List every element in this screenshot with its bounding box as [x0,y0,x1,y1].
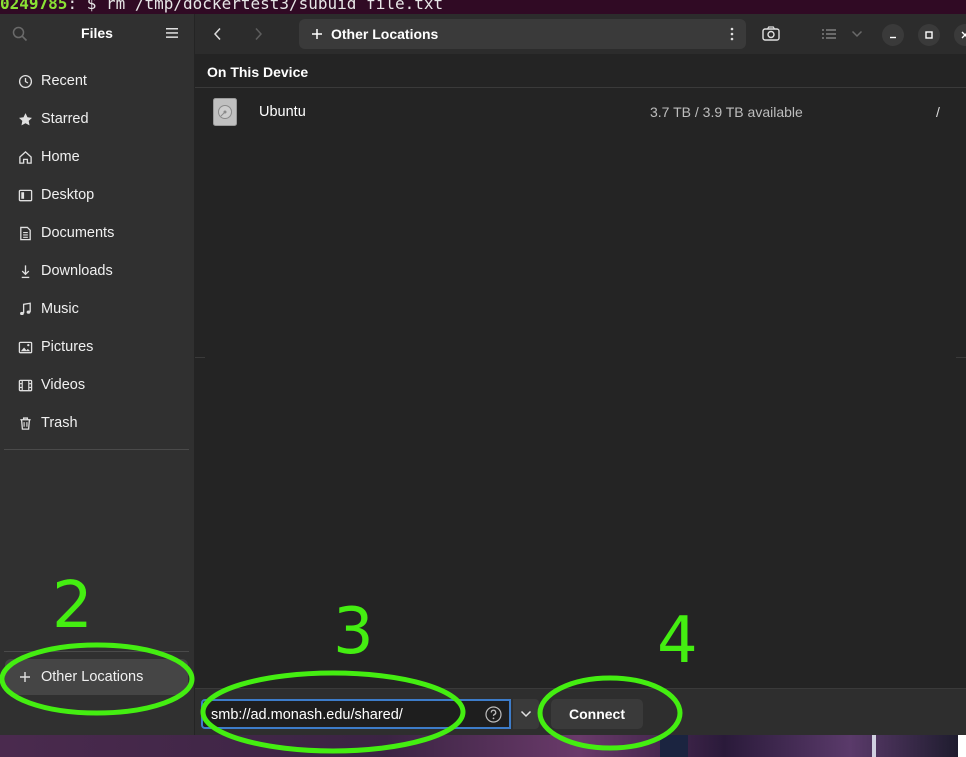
terminal-line: 0249785: $ rm /tmp/dockertest3/subuid fi… [0,0,443,13]
main-content: Other Locations On This Device Ubuntu 3.… [195,14,966,736]
hard-drive-icon [213,98,237,126]
sidebar-item-downloads[interactable]: Downloads [6,254,188,288]
sidebar-item-pictures[interactable]: Pictures [6,330,188,364]
sidebar-item-label: Music [41,301,79,317]
connect-button[interactable]: Connect [551,699,643,729]
close-button[interactable] [954,24,966,46]
desktop-fragment [958,735,966,757]
sidebar-divider [4,449,189,450]
annotation-number-3: 3 [333,595,374,669]
sidebar-item-recent[interactable]: Recent [6,64,188,98]
sidebar-item-label: Videos [41,377,86,393]
sidebar-item-label: Other Locations [41,669,144,685]
forward-button[interactable] [248,24,268,44]
close-icon [961,31,966,39]
pane-marker [195,357,205,358]
sidebar-item-trash[interactable]: Trash [6,406,188,440]
sidebar-item-label: Documents [41,225,115,241]
desktop-fragment [872,735,876,757]
maximize-icon [925,31,933,39]
minimize-icon [890,36,896,39]
connect-to-server-bar: smb://ad.monash.edu/shared/ Connect [195,688,966,736]
sidebar-header: Files [0,14,194,54]
sidebar-item-label: Starred [41,111,89,127]
plus-icon [18,670,32,684]
document-icon [17,225,33,241]
pane-marker [956,357,966,358]
list-view-icon [822,29,836,39]
minimize-button[interactable] [882,24,904,46]
kebab-menu-icon[interactable] [730,27,734,41]
sidebar-item-music[interactable]: Music [6,292,188,326]
list-view-button[interactable] [819,24,839,44]
path-label: Other Locations [331,26,439,42]
sidebar-divider [4,651,189,652]
picture-icon [17,339,33,355]
device-mount-point: / [936,104,940,120]
sidebar-item-desktop[interactable]: Desktop [6,178,188,212]
sidebar-item-starred[interactable]: Starred [6,102,188,136]
sidebar-item-label: Downloads [41,263,113,279]
server-address-input[interactable]: smb://ad.monash.edu/shared/ [201,699,511,729]
camera-search-icon [762,26,780,41]
chevron-down-icon [851,30,863,38]
sidebar-item-label: Trash [41,415,78,431]
annotation-number-4: 4 [657,604,698,678]
recent-servers-dropdown[interactable] [513,699,539,729]
back-button[interactable] [208,24,228,44]
clock-icon [17,73,33,89]
desktop-fragment [660,735,688,757]
sidebar-item-label: Home [41,149,80,165]
device-space: 3.7 TB / 3.9 TB available [650,104,803,120]
plus-icon [311,28,323,40]
sidebar-item-label: Pictures [41,339,94,355]
video-icon [17,377,33,393]
section-heading: On This Device [207,64,309,80]
desktop-background [0,735,966,757]
location-path-bar[interactable]: Other Locations [299,19,746,49]
view-options-dropdown[interactable] [847,24,867,44]
maximize-button[interactable] [918,24,940,46]
search-files-button[interactable] [761,24,781,44]
device-name: Ubuntu [259,104,306,120]
sidebar-item-home[interactable]: Home [6,140,188,174]
music-icon [17,301,33,317]
header-bar: Other Locations [195,14,966,54]
files-window: Files Recent Starred Home Desktop Docume… [0,14,966,736]
chevron-right-icon [255,27,263,41]
sidebar-item-documents[interactable]: Documents [6,216,188,250]
annotation-number-2: 2 [52,569,93,643]
sidebar-item-other-locations[interactable]: Other Locations [5,659,188,695]
sidebar-item-videos[interactable]: Videos [6,368,188,402]
device-row-ubuntu[interactable] [195,88,966,136]
chevron-left-icon [213,27,221,41]
trash-icon [17,415,33,431]
home-icon [17,149,33,165]
help-icon[interactable] [485,706,502,723]
sidebar-item-label: Recent [41,73,87,89]
hamburger-menu-icon[interactable] [165,26,179,40]
terminal-background: 0249785: $ rm /tmp/dockertest3/subuid fi… [0,0,966,14]
sidebar-item-label: Desktop [41,187,95,203]
sidebar: Files Recent Starred Home Desktop Docume… [0,14,194,735]
desktop-icon [17,187,33,203]
terminal-host: 0249785 [0,0,68,13]
chevron-down-icon [520,710,532,718]
terminal-command: : $ rm /tmp/dockertest3/subuid file.txt [67,0,444,13]
star-icon [17,111,33,127]
download-icon [17,263,33,279]
